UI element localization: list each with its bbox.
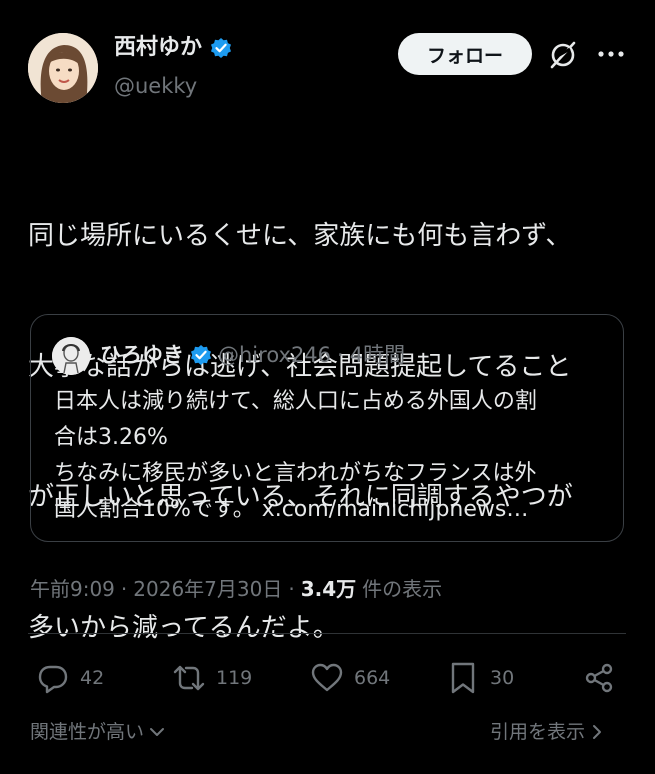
bookmark-count: 30 [490, 667, 515, 689]
view-quotes-link[interactable]: 引用を表示 [490, 718, 605, 746]
quoted-author-handle: @hirox246 [218, 343, 332, 367]
meta-separator: · [288, 577, 295, 601]
view-count-label: 件の表示 [362, 577, 443, 601]
reply-button[interactable]: 42 [36, 660, 104, 696]
meta-separator: · [120, 577, 128, 601]
author-name-row: 西村ゆか [114, 34, 232, 62]
reply-icon [38, 665, 68, 694]
bookmark-icon [451, 662, 475, 694]
reply-count: 42 [80, 667, 105, 689]
grok-icon[interactable] [548, 40, 578, 70]
quoted-text-line: 合は3.26% [54, 425, 168, 450]
like-count: 664 [354, 667, 391, 689]
repost-button[interactable]: 119 [172, 660, 252, 696]
quoted-separator: · [337, 343, 344, 367]
quoted-author-avatar [52, 337, 90, 375]
heart-icon [311, 663, 343, 692]
quoted-text-line: ちなみに移民が多いと言われがちなフランスは外 [54, 461, 537, 486]
tweet-text-line: 多いから減ってるんだよ。 [28, 612, 339, 643]
quoted-link[interactable]: x.com/mainichijpnews… [262, 497, 529, 522]
author-display-name[interactable]: 西村ゆか [114, 34, 202, 62]
sort-relevance-label: 関連性が高い [30, 721, 145, 743]
quoted-tweet-text: 日本人は減り続けて、総人口に占める外国人の割 合は3.26% ちなみに移民が多い… [54, 384, 614, 528]
verified-badge-icon [210, 37, 232, 59]
view-quotes-label: 引用を表示 [490, 721, 586, 743]
quoted-author-name: ひろゆき [100, 343, 184, 367]
quoted-tweet-header: ひろゆき @hirox246 · 4時間 [100, 340, 405, 370]
more-options-icon[interactable] [597, 44, 625, 64]
quoted-verified-badge-icon [190, 344, 212, 366]
tweet-text-line: 同じ場所にいるくせに、家族にも何も言わず、 [28, 221, 572, 251]
divider [28, 633, 626, 634]
share-button[interactable] [582, 660, 616, 696]
chevron-down-icon [150, 728, 165, 736]
tweet-time[interactable]: 午前9:09 [30, 574, 115, 604]
repost-count: 119 [216, 667, 253, 689]
tweet-date[interactable]: 2026年7月30日 [133, 574, 282, 604]
tweet-meta: 午前9:09 · 2026年7月30日 · 3.4万 件の表示 [30, 574, 442, 604]
quoted-timestamp: 4時間 [349, 343, 406, 367]
bookmark-button[interactable]: 30 [446, 660, 514, 696]
chevron-right-icon [593, 725, 602, 739]
share-icon [585, 663, 613, 693]
author-avatar[interactable] [28, 33, 98, 103]
like-button[interactable]: 664 [310, 660, 390, 696]
quoted-text-line: 国人割合10%です。 [54, 497, 255, 522]
view-count: 3.4万 [300, 577, 357, 601]
follow-button[interactable]: フォロー [398, 33, 532, 75]
repost-icon [173, 665, 205, 691]
sort-relevance-dropdown[interactable]: 関連性が高い [30, 718, 166, 746]
author-handle[interactable]: @uekky [114, 72, 197, 100]
quoted-text-line: 日本人は減り続けて、総人口に占める外国人の割 [54, 389, 537, 414]
